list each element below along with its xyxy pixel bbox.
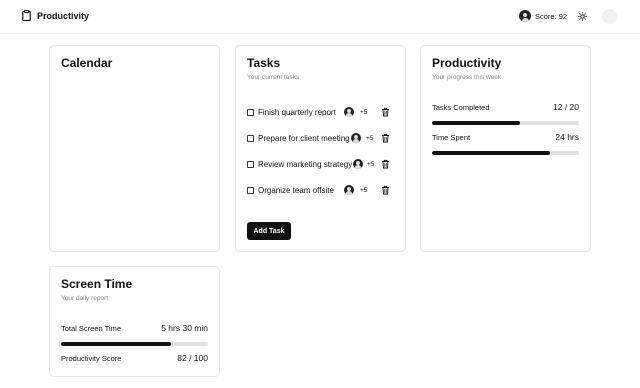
metric-row: Tasks Completed 12 / 20 <box>432 102 579 112</box>
task-extra-count: +5 <box>360 187 368 194</box>
metric-label: Tasks Completed <box>432 102 490 112</box>
assignee-avatar-icon <box>353 159 363 169</box>
tasks-subtitle: Your current tasks <box>247 74 300 81</box>
metric-row: Time Spent 24 hrs <box>432 132 579 142</box>
metric-row: Total Screen Time 5 hrs 30 min <box>61 323 208 333</box>
screen-time-card: Screen Time Your daily report Total Scre… <box>49 266 220 377</box>
task-checkbox[interactable] <box>247 108 254 116</box>
assignee-avatar-icon <box>344 107 354 117</box>
user-menu-avatar[interactable] <box>602 9 617 24</box>
task-item: Finish quarterly report <box>247 106 397 118</box>
brand[interactable]: Productivity <box>22 10 89 21</box>
progress-fill <box>432 151 550 155</box>
progress-fill <box>432 121 521 125</box>
progress-fill <box>61 342 172 346</box>
assignee-avatar-icon <box>344 185 354 195</box>
task-item: Prepare for client meeting <box>247 132 397 144</box>
productivity-title: Productivity <box>432 56 502 70</box>
theme-toggle-button[interactable] <box>576 10 589 23</box>
score-display: Score: 92 <box>519 10 567 22</box>
trash-icon[interactable] <box>381 133 390 143</box>
metric-value: 12 / 20 <box>553 102 579 112</box>
task-label: Organize team offsite <box>258 185 334 195</box>
add-task-button[interactable]: Add Task <box>247 222 291 240</box>
task-label: Prepare for client meeting <box>258 133 350 143</box>
task-item: Organize team offsite <box>247 184 397 196</box>
metric-label: Time Spent <box>432 132 471 142</box>
time-spent-progress-bar <box>432 151 579 155</box>
task-item: Review marketing strategy <box>247 158 397 170</box>
task-label: Review marketing strategy <box>258 159 353 169</box>
productivity-card: Productivity Your progress this week Tas… <box>420 45 591 252</box>
sun-icon <box>578 12 587 21</box>
metric-label: Productivity Score <box>61 353 122 363</box>
calendar-title: Calendar <box>61 56 113 70</box>
assignee-avatar-icon <box>351 133 361 143</box>
tasks-completed-progress-bar <box>432 121 579 125</box>
app-title: Productivity <box>37 10 90 21</box>
productivity-subtitle: Your progress this week <box>432 74 502 81</box>
task-extra-count: +5 <box>360 109 368 116</box>
tasks-title: Tasks <box>247 56 281 70</box>
task-extra-count: +5 <box>367 161 375 168</box>
trash-icon[interactable] <box>381 107 390 117</box>
task-checkbox[interactable] <box>247 160 254 168</box>
screen-time-title: Screen Time <box>61 277 133 291</box>
tasks-card: Tasks Your current tasks Finish quarterl… <box>235 45 406 252</box>
calendar-card: Calendar <box>49 45 220 252</box>
score-label: Score: 92 <box>535 11 568 21</box>
metric-value: 82 / 100 <box>177 353 208 363</box>
screen-time-subtitle: Your daily report <box>61 295 109 302</box>
user-icon <box>519 10 531 22</box>
task-checkbox[interactable] <box>247 186 254 194</box>
task-extra-count: +5 <box>366 135 374 142</box>
metric-row: Productivity Score 82 / 100 <box>61 353 208 363</box>
screen-time-progress-bar <box>61 342 208 346</box>
trash-icon[interactable] <box>381 159 390 169</box>
metric-label: Total Screen Time <box>61 323 122 333</box>
trash-icon[interactable] <box>381 185 390 195</box>
metric-value: 5 hrs 30 min <box>161 323 208 333</box>
clipboard-icon <box>22 10 31 21</box>
metric-value: 24 hrs <box>555 132 579 142</box>
top-bar: Productivity Score: 92 <box>0 0 640 34</box>
task-checkbox[interactable] <box>247 134 254 142</box>
task-label: Finish quarterly report <box>258 107 336 117</box>
